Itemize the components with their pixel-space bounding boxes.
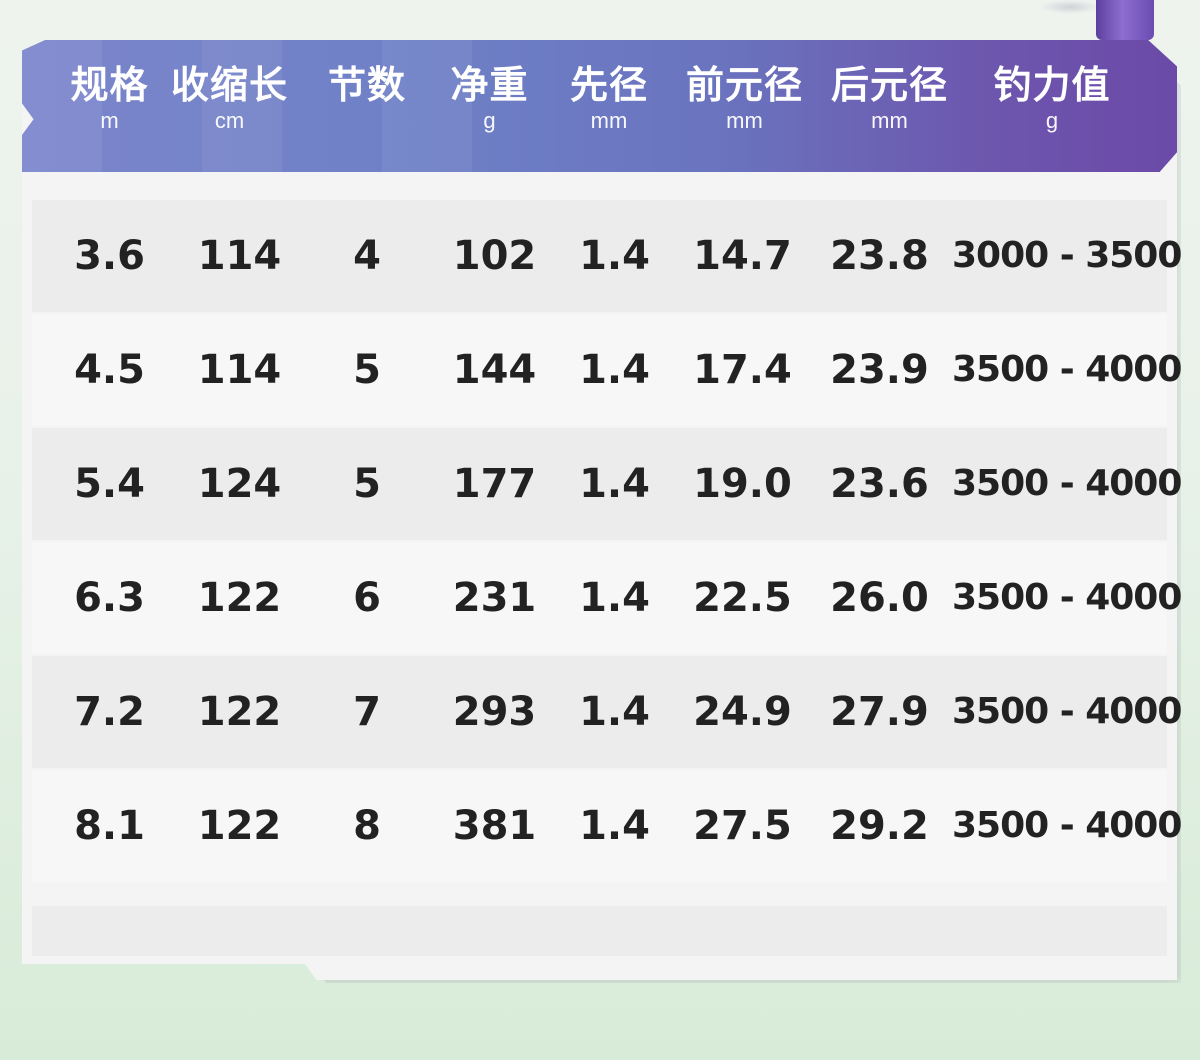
header-label: 收缩长: [170, 63, 288, 107]
header-col-rear-diameter: 后元径 mm: [822, 64, 957, 136]
cell-net-weight: 293: [452, 689, 537, 735]
table-row: 4.5 114 5 144 1.4 17.4 23.9 3500 - 4000: [32, 314, 1182, 426]
header-label: 前元径: [685, 63, 803, 107]
cell-collapsed-length: 122: [197, 689, 282, 735]
cell-tip-diameter: 1.4: [579, 461, 650, 507]
table-footer-strip: [32, 906, 1167, 956]
cell-sections: 5: [353, 347, 381, 393]
header-label: 先径: [569, 63, 648, 107]
table-row: 5.4 124 5 177 1.4 19.0 23.6 3500 - 4000: [32, 428, 1182, 540]
cell-net-weight: 102: [452, 233, 537, 279]
table-row: 6.3 122 6 231 1.4 22.5 26.0 3500 - 4000: [32, 542, 1182, 654]
header-label: 节数: [327, 63, 406, 107]
cell-rear-diameter: 29.2: [830, 803, 929, 849]
cell-spec: 4.5: [74, 347, 145, 393]
header-col-net-weight: 净重 g: [427, 64, 552, 136]
table-header: 规格 m 收缩长 cm 节数 净重 g 先径 mm 前元径 mm 后元径 mm …: [22, 40, 1177, 172]
cell-tip-diameter: 1.4: [579, 803, 650, 849]
cell-spec: 6.3: [74, 575, 145, 621]
header-label: 规格: [70, 63, 149, 107]
cell-spec: 3.6: [74, 233, 145, 279]
header-col-spec: 规格 m: [42, 64, 177, 136]
header-unit: [307, 106, 427, 136]
decorative-shadow: [1040, 0, 1100, 14]
cell-sections: 8: [353, 803, 381, 849]
cell-collapsed-length: 124: [197, 461, 282, 507]
cell-fishing-force: 3500 - 4000: [952, 805, 1182, 846]
cell-front-diameter: 22.5: [693, 575, 792, 621]
cell-fishing-force: 3500 - 4000: [952, 577, 1182, 618]
table-row: 7.2 122 7 293 1.4 24.9 27.9 3500 - 4000: [32, 656, 1182, 768]
cell-sections: 7: [353, 689, 381, 735]
cell-spec: 8.1: [74, 803, 145, 849]
header-col-tip-diameter: 先径 mm: [549, 64, 669, 136]
cell-front-diameter: 17.4: [693, 347, 792, 393]
header-col-front-diameter: 前元径 mm: [677, 64, 812, 136]
cell-tip-diameter: 1.4: [579, 347, 650, 393]
cell-tip-diameter: 1.4: [579, 233, 650, 279]
header-unit: cm: [214, 108, 245, 133]
cell-fishing-force: 3000 - 3500: [952, 235, 1182, 276]
table-row: 3.6 114 4 102 1.4 14.7 23.8 3000 - 3500: [32, 200, 1182, 312]
cell-front-diameter: 19.0: [693, 461, 792, 507]
header-unit: mm: [871, 108, 908, 133]
cell-rear-diameter: 26.0: [830, 575, 929, 621]
cell-net-weight: 381: [452, 803, 537, 849]
cell-tip-diameter: 1.4: [579, 575, 650, 621]
cell-rear-diameter: 23.9: [830, 347, 929, 393]
cell-net-weight: 144: [452, 347, 537, 393]
cell-fishing-force: 3500 - 4000: [952, 349, 1182, 390]
cell-net-weight: 231: [452, 575, 537, 621]
cell-spec: 7.2: [74, 689, 145, 735]
fishing-rod-decoration: [1096, 0, 1154, 40]
header-label: 钓力值: [993, 63, 1111, 107]
cell-rear-diameter: 23.8: [830, 233, 929, 279]
cell-front-diameter: 14.7: [693, 233, 792, 279]
cell-collapsed-length: 122: [197, 803, 282, 849]
header-label: 净重: [450, 63, 529, 107]
cell-sections: 5: [353, 461, 381, 507]
header-unit: mm: [590, 108, 628, 133]
cell-net-weight: 177: [452, 461, 537, 507]
header-col-fishing-force: 钓力值 g: [982, 64, 1122, 136]
cell-collapsed-length: 122: [197, 575, 282, 621]
cell-fishing-force: 3500 - 4000: [952, 463, 1182, 504]
cell-spec: 5.4: [74, 461, 145, 507]
cell-rear-diameter: 27.9: [830, 689, 929, 735]
header-unit: g: [1045, 108, 1059, 133]
cell-front-diameter: 27.5: [693, 803, 792, 849]
spec-table-panel: 规格 m 收缩长 cm 节数 净重 g 先径 mm 前元径 mm 后元径 mm …: [22, 40, 1182, 980]
cell-sections: 6: [353, 575, 381, 621]
cell-collapsed-length: 114: [197, 233, 282, 279]
cell-collapsed-length: 114: [197, 347, 282, 393]
cell-sections: 4: [353, 233, 381, 279]
cell-rear-diameter: 23.6: [830, 461, 929, 507]
header-col-collapsed-length: 收缩长 cm: [162, 64, 297, 136]
header-col-sections: 节数: [307, 64, 427, 136]
header-unit: m: [100, 108, 119, 133]
cell-tip-diameter: 1.4: [579, 689, 650, 735]
table-row: 8.1 122 8 381 1.4 27.5 29.2 3500 - 4000: [32, 770, 1182, 882]
cell-fishing-force: 3500 - 4000: [952, 691, 1182, 732]
cell-front-diameter: 24.9: [693, 689, 792, 735]
header-label: 后元径: [830, 63, 948, 107]
header-unit: g: [483, 108, 496, 133]
header-unit: mm: [726, 108, 763, 133]
